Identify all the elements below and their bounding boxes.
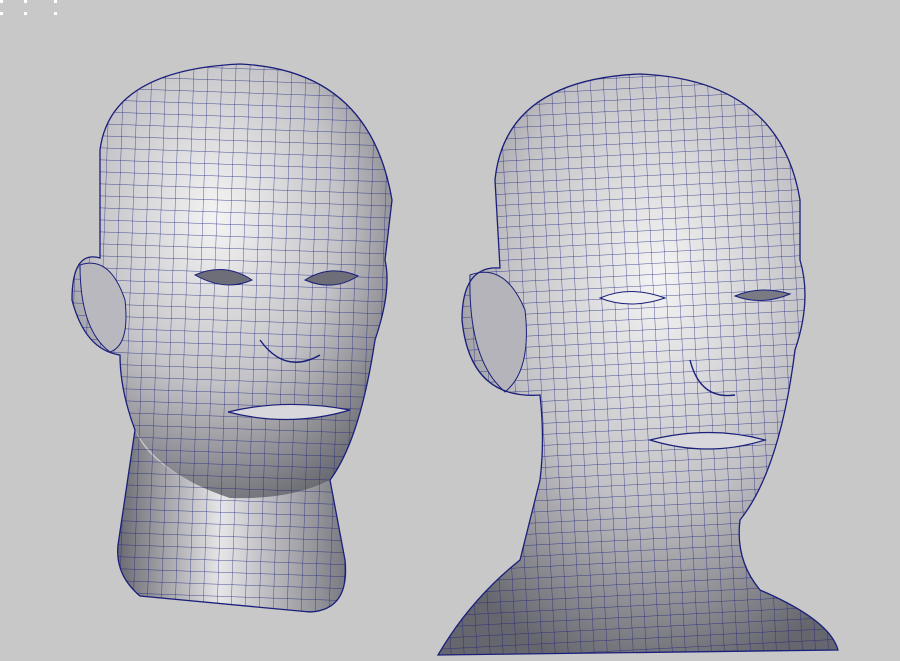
head-young xyxy=(71,63,393,613)
head-young-wireframe-model[interactable] xyxy=(0,0,900,661)
head-older xyxy=(436,73,839,656)
3d-viewport[interactable] xyxy=(0,0,900,661)
